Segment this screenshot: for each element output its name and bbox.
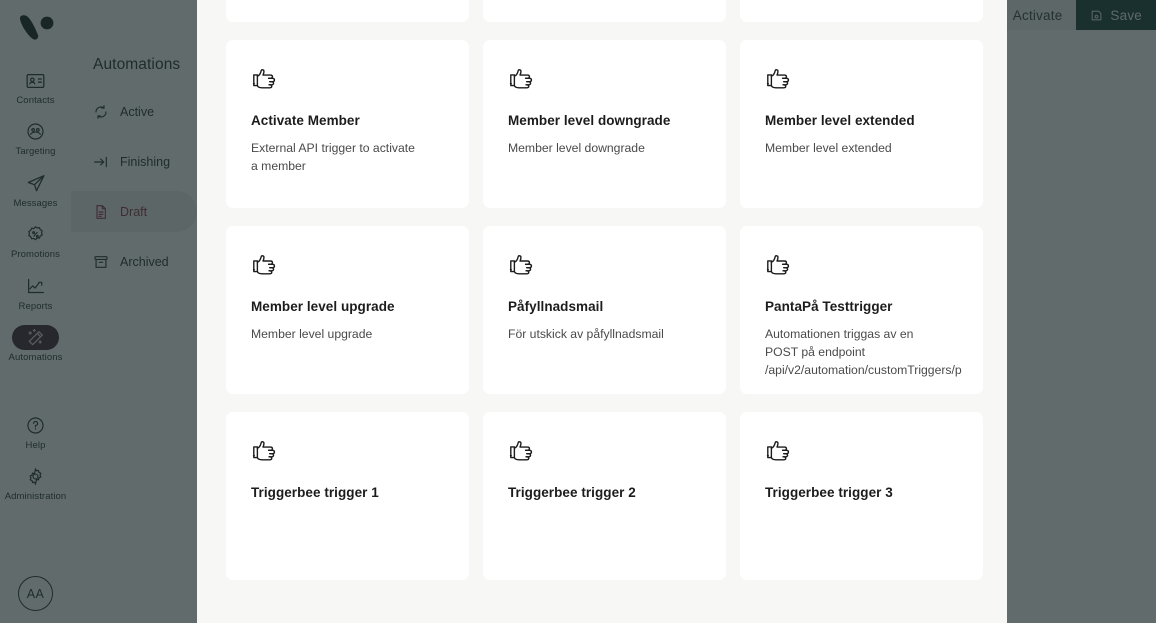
hand-pointer-icon [765,438,958,470]
trigger-card[interactable]: Member level upgrade Member level upgrade [226,226,469,394]
trigger-card[interactable]: Triggerbee trigger 2 [483,412,726,580]
trigger-card-description: Member level downgrade [508,140,645,155]
trigger-card-title: Påfyllnadsmail [508,299,604,314]
trigger-card[interactable]: Triggerbee trigger 1 [226,412,469,580]
trigger-card-title: Triggerbee trigger 2 [508,485,636,500]
trigger-card-description: Member level extended [765,140,892,155]
hand-pointer-icon [765,66,958,98]
trigger-card-title: Member level extended [765,113,915,128]
trigger-card-description: För utskick av påfyllnadsmail [508,326,664,341]
trigger-card-title: Activate Member [251,113,360,128]
hand-pointer-icon [508,66,701,98]
trigger-card[interactable]: multichannel promotion, mobile swipe, re… [226,0,469,22]
trigger-card[interactable] [483,0,726,22]
trigger-card[interactable]: Triggerbee trigger 3 [740,412,983,580]
trigger-picker-scroll-area[interactable]: multichannel promotion, mobile swipe, re… [197,0,1007,580]
trigger-card[interactable] [740,0,983,22]
hand-pointer-icon [508,438,701,470]
trigger-card-description: Automationen triggas av en POST på endpo… [765,326,962,378]
trigger-card-title: PantaPå Testtrigger [765,299,893,314]
hand-pointer-icon [765,252,958,284]
trigger-card-title: Triggerbee trigger 1 [251,485,379,500]
trigger-card-title: Triggerbee trigger 3 [765,485,893,500]
trigger-card[interactable]: Activate Member External API trigger to a… [226,40,469,208]
trigger-card-grid: multichannel promotion, mobile swipe, re… [226,0,983,580]
trigger-card-title: Member level downgrade [508,113,671,128]
trigger-card-description: Member level upgrade [251,326,373,341]
trigger-card[interactable]: Member level downgrade Member level downg… [483,40,726,208]
trigger-picker-modal: multichannel promotion, mobile swipe, re… [197,0,1007,623]
trigger-card[interactable]: PantaPå Testtrigger Automationen triggas … [740,226,983,394]
hand-pointer-icon [508,252,701,284]
trigger-card[interactable]: Member level extended Member level extend… [740,40,983,208]
hand-pointer-icon [251,438,444,470]
trigger-card-title: Member level upgrade [251,299,395,314]
trigger-card[interactable]: Påfyllnadsmail För utskick av påfyllnadsm… [483,226,726,394]
hand-pointer-icon [251,252,444,284]
hand-pointer-icon [251,66,444,98]
trigger-card-description: External API trigger to activate a membe… [251,140,415,174]
